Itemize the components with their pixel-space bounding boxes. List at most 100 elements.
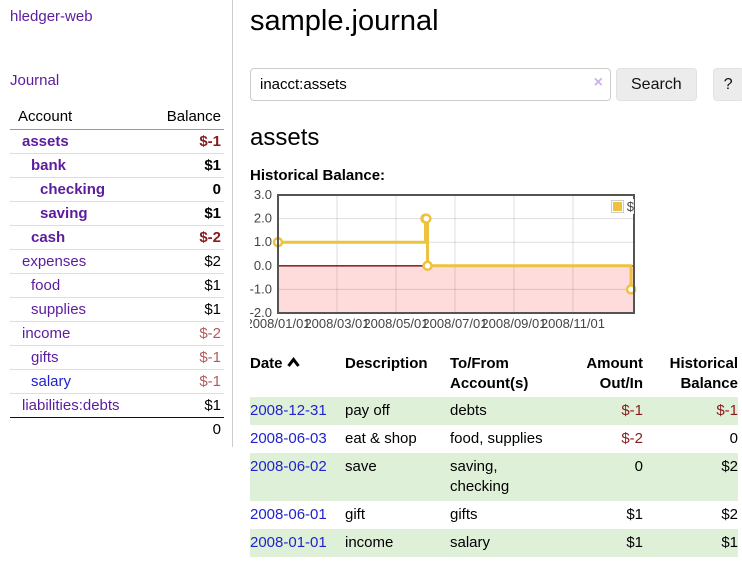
account-link-bank[interactable]: bank bbox=[31, 157, 66, 174]
account-balance: $1 bbox=[144, 394, 224, 418]
transaction-date-link[interactable]: 2008-01-01 bbox=[250, 534, 327, 551]
transaction-amount: $-1 bbox=[554, 397, 643, 425]
search-input[interactable] bbox=[250, 68, 611, 101]
account-link-cash[interactable]: cash bbox=[31, 229, 65, 246]
svg-text:1.0: 1.0 bbox=[254, 234, 272, 249]
register-header-date[interactable]: Date bbox=[250, 351, 345, 397]
register-row: 2008-01-01 income salary $1 $1 bbox=[250, 529, 738, 557]
sidebar-item-journal[interactable]: Journal bbox=[10, 72, 59, 89]
account-balance: $-1 bbox=[144, 370, 224, 394]
account-row: gifts$-1 bbox=[10, 346, 224, 370]
account-row: food$1 bbox=[10, 274, 224, 298]
clear-search-icon[interactable]: × bbox=[594, 74, 603, 92]
account-link-assets[interactable]: assets bbox=[22, 133, 69, 150]
transaction-accounts: gifts bbox=[450, 501, 554, 529]
svg-text:2008/07/01: 2008/07/01 bbox=[422, 316, 487, 331]
transaction-amount: $1 bbox=[554, 501, 643, 529]
legend-label: $ bbox=[627, 199, 634, 214]
register-header-amount: Amount Out/In bbox=[554, 351, 643, 397]
transaction-accounts: debts bbox=[450, 397, 554, 425]
hledger-web-page: hledger-web Journal Account Balance asse… bbox=[0, 0, 742, 582]
account-balance: $-1 bbox=[144, 130, 224, 154]
svg-text:2008/03/01: 2008/03/01 bbox=[304, 316, 369, 331]
transaction-balance: $2 bbox=[643, 501, 738, 529]
account-balance: $1 bbox=[144, 202, 224, 226]
transaction-date-link[interactable]: 2008-12-31 bbox=[250, 402, 327, 419]
account-row: assets $-1 bbox=[10, 130, 224, 154]
account-link-income[interactable]: income bbox=[22, 325, 70, 342]
transaction-accounts: food, supplies bbox=[450, 425, 554, 453]
account-row: supplies $1 bbox=[10, 298, 224, 322]
account-heading: assets bbox=[250, 124, 742, 152]
account-row: liabilities:debts $1 bbox=[10, 394, 224, 418]
transaction-amount: $-2 bbox=[554, 425, 643, 453]
transaction-accounts: saving, checking bbox=[450, 453, 554, 501]
help-button[interactable]: ? bbox=[713, 68, 742, 101]
account-link-expenses[interactable]: expenses bbox=[22, 253, 86, 270]
transaction-accounts: salary bbox=[450, 529, 554, 557]
account-row: income $-2 bbox=[10, 322, 224, 346]
chart-label: Historical Balance: bbox=[250, 167, 742, 184]
account-link-salary[interactable]: salary bbox=[31, 373, 71, 390]
transaction-description: pay off bbox=[345, 397, 450, 425]
svg-text:2008/11/01: 2008/11/01 bbox=[541, 316, 605, 331]
chart-canvas: 3.02.01.00.0-1.0-2.02008/01/012008/03/01… bbox=[250, 189, 650, 339]
sort-ascending-icon bbox=[287, 357, 300, 368]
account-link-liabilities-debts[interactable]: liabilities:debts bbox=[22, 397, 120, 414]
register-row: 2008-06-02 save saving, checking 0 $2 bbox=[250, 453, 738, 501]
transaction-balance: $-1 bbox=[643, 397, 738, 425]
account-row: expenses $2 bbox=[10, 250, 224, 274]
svg-text:0.0: 0.0 bbox=[254, 258, 272, 273]
legend-swatch-icon bbox=[611, 200, 624, 213]
sidebar: hledger-web Journal Account Balance asse… bbox=[0, 0, 233, 447]
transaction-description: eat & shop bbox=[345, 425, 450, 453]
account-link-saving[interactable]: saving bbox=[40, 205, 88, 222]
register-row: 2008-12-31 pay off debts $-1 $-1 bbox=[250, 397, 738, 425]
accounts-table: Account Balance assets $-1 bank $1 checkin… bbox=[10, 105, 224, 441]
account-row: salary $-1 bbox=[10, 370, 224, 394]
transaction-balance: 0 bbox=[643, 425, 738, 453]
register-header-accounts: To/From Account(s) bbox=[450, 351, 554, 397]
svg-text:2.0: 2.0 bbox=[254, 211, 272, 226]
search-button[interactable]: Search bbox=[616, 68, 697, 101]
transaction-description: income bbox=[345, 529, 450, 557]
account-balance: $-2 bbox=[144, 322, 224, 346]
account-row: bank $1 bbox=[10, 154, 224, 178]
account-balance: $-2 bbox=[144, 226, 224, 250]
transaction-description: save bbox=[345, 453, 450, 501]
historical-balance-chart[interactable]: 3.02.01.00.0-1.0-2.02008/01/012008/03/01… bbox=[250, 189, 650, 339]
accounts-total-row: 0 bbox=[10, 418, 224, 442]
register-row: 2008-06-03 eat & shop food, supplies $-2… bbox=[250, 425, 738, 453]
transaction-amount: 0 bbox=[554, 453, 643, 501]
page-title: sample.journal bbox=[250, 5, 742, 38]
register-header-description: Description bbox=[345, 351, 450, 397]
account-link-food[interactable]: food bbox=[31, 277, 60, 294]
search-form: × Search ? bbox=[250, 68, 742, 101]
svg-text:-1.0: -1.0 bbox=[250, 281, 272, 296]
account-balance: $1 bbox=[144, 154, 224, 178]
account-link-supplies[interactable]: supplies bbox=[31, 301, 86, 318]
svg-text:3.0: 3.0 bbox=[254, 189, 272, 202]
transaction-description: gift bbox=[345, 501, 450, 529]
chart-legend: $ bbox=[611, 199, 634, 214]
account-balance: $2 bbox=[144, 250, 224, 274]
transaction-balance: $1 bbox=[643, 529, 738, 557]
accounts-total: 0 bbox=[144, 418, 224, 442]
register-table: Date Description To/From Account(s) Amou… bbox=[250, 351, 738, 557]
account-balance: $1 bbox=[144, 298, 224, 322]
main-content: sample.journal × Search ? assets Histori… bbox=[233, 0, 742, 582]
accounts-header-account: Account bbox=[10, 105, 144, 130]
account-row: cash $-2 bbox=[10, 226, 224, 250]
register-header-balance: Historical Balance bbox=[643, 351, 738, 397]
svg-text:2008/01/01: 2008/01/01 bbox=[250, 316, 311, 331]
account-row: checking0 bbox=[10, 178, 224, 202]
transaction-date-link[interactable]: 2008-06-03 bbox=[250, 430, 327, 447]
svg-text:2008/09/01: 2008/09/01 bbox=[481, 316, 546, 331]
account-link-gifts[interactable]: gifts bbox=[31, 349, 59, 366]
transaction-balance: $2 bbox=[643, 453, 738, 501]
accounts-header-balance: Balance bbox=[144, 105, 224, 130]
app-title-link[interactable]: hledger-web bbox=[10, 8, 93, 25]
account-link-checking[interactable]: checking bbox=[40, 181, 105, 198]
transaction-date-link[interactable]: 2008-06-01 bbox=[250, 506, 327, 523]
transaction-date-link[interactable]: 2008-06-02 bbox=[250, 458, 327, 475]
